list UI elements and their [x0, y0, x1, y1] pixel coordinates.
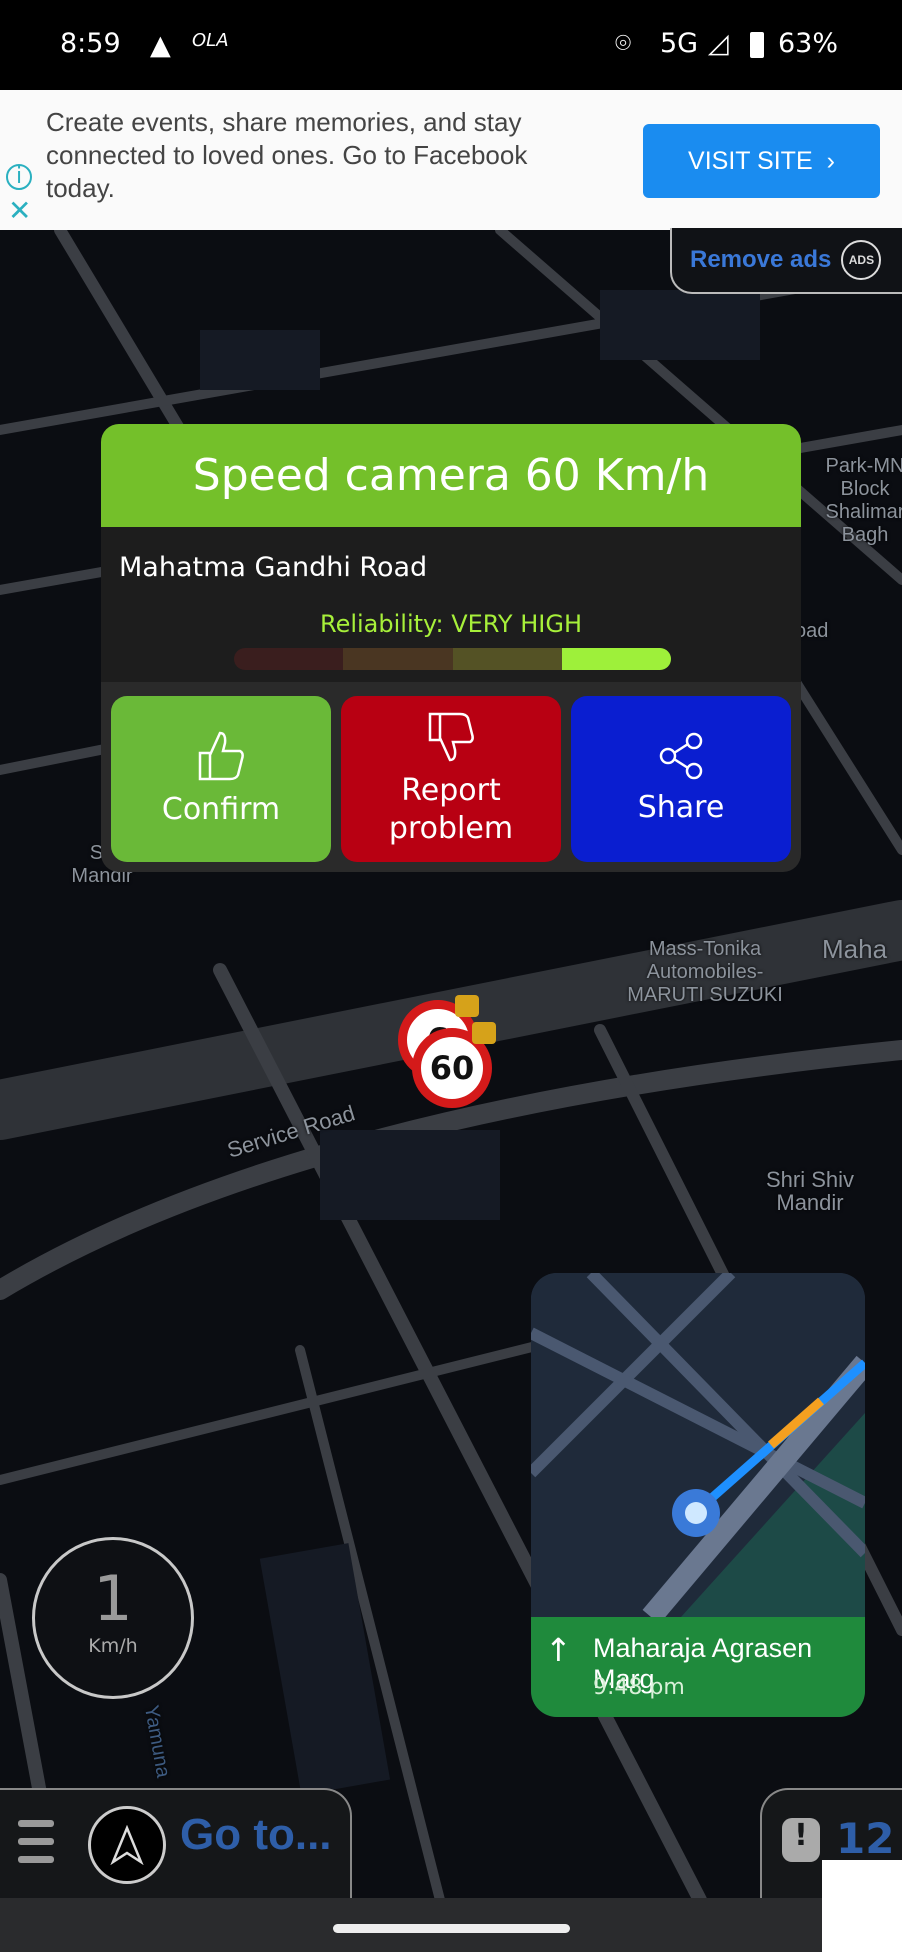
- go-to-button[interactable]: Go to...: [180, 1810, 332, 1860]
- close-icon[interactable]: ✕: [8, 194, 31, 227]
- map-label-park: Park-MN Block Shalimar Bagh: [825, 455, 902, 546]
- clock: 8:59: [60, 28, 121, 59]
- navigate-icon[interactable]: [88, 1806, 166, 1884]
- location-pin-icon: ⌾: [615, 28, 632, 59]
- report-problem-button[interactable]: Report problem: [341, 696, 561, 862]
- reliability-segment: [343, 648, 453, 670]
- reliability-segment: [452, 648, 562, 670]
- info-icon[interactable]: i: [6, 164, 32, 190]
- report-problem-label: Report problem: [388, 773, 514, 846]
- reliability-segment: [234, 648, 344, 670]
- share-button[interactable]: Share: [571, 696, 791, 862]
- network-label: 5G: [660, 28, 699, 59]
- reliability-bar: [234, 648, 671, 670]
- white-overlay: [822, 1860, 902, 1952]
- visit-site-button[interactable]: VISIT SITE ›: [643, 124, 880, 198]
- no-ads-icon: ADS: [841, 240, 882, 280]
- map-label-maruti: Mass-Tonika Automobiles- MARUTI SUZUKI: [627, 938, 783, 1006]
- speed-unit: Km/h: [88, 1635, 138, 1657]
- alert-icon: !: [782, 1818, 820, 1862]
- ad-banner[interactable]: i ✕ Create events, share memories, and s…: [0, 90, 902, 230]
- share-label: Share: [637, 790, 725, 825]
- system-nav-bar: [0, 1898, 902, 1952]
- reliability-label: Reliability: VERY HIGH: [319, 610, 582, 638]
- road-name: Mahatma Gandhi Road: [119, 552, 428, 583]
- remove-ads-button[interactable]: Remove ads ADS: [670, 228, 902, 294]
- signal-icon: ◿: [708, 28, 729, 59]
- alerts-count: 12: [836, 1814, 895, 1863]
- thumbs-up-icon: [198, 731, 244, 781]
- reliability-segment: [561, 648, 671, 670]
- mini-map: [531, 1273, 865, 1625]
- remove-ads-label: Remove ads: [690, 246, 832, 273]
- map-label-shiv-mandir: Shri Shiv Mandir: [765, 1167, 855, 1215]
- visit-site-label: VISIT SITE: [688, 146, 813, 175]
- speed-limit: 60: [429, 1049, 475, 1087]
- menu-icon[interactable]: [18, 1820, 54, 1863]
- speed-camera-popup: Speed camera 60 Km/h Mahatma Gandhi Road…: [101, 424, 801, 872]
- thumbs-down-icon: [428, 712, 474, 762]
- status-bar: 8:59 ▲ OLA ⌾ 5G ◿ 63%: [0, 0, 902, 90]
- ola-app-icon: OLA: [192, 30, 229, 51]
- arrow-up-icon: ↑: [545, 1631, 572, 1669]
- share-icon: [659, 732, 703, 780]
- confirm-button[interactable]: Confirm: [111, 696, 331, 862]
- speedometer: 1 Km/h: [32, 1537, 194, 1699]
- home-handle[interactable]: [333, 1924, 570, 1933]
- confirm-label: Confirm: [161, 792, 281, 827]
- battery-icon: [750, 32, 764, 58]
- eta: 9:48 pm: [593, 1675, 685, 1700]
- battery-level: 63%: [778, 28, 839, 59]
- chevron-right-icon: ›: [826, 146, 835, 175]
- camera-icon: [455, 995, 479, 1017]
- navigation-arrow-icon: ▲: [150, 30, 171, 61]
- popup-title: Speed camera 60 Km/h: [101, 424, 801, 527]
- speed-value: 1: [93, 1562, 133, 1635]
- bottom-left-panel: Go to...: [0, 1788, 352, 1900]
- camera-icon: [472, 1022, 496, 1044]
- ad-text: Create events, share memories, and stay …: [46, 107, 528, 203]
- mini-navigation-card[interactable]: ↑ Maharaja Agrasen Marg 9:48 pm: [531, 1273, 865, 1717]
- map-label-maha: Maha: [822, 934, 888, 964]
